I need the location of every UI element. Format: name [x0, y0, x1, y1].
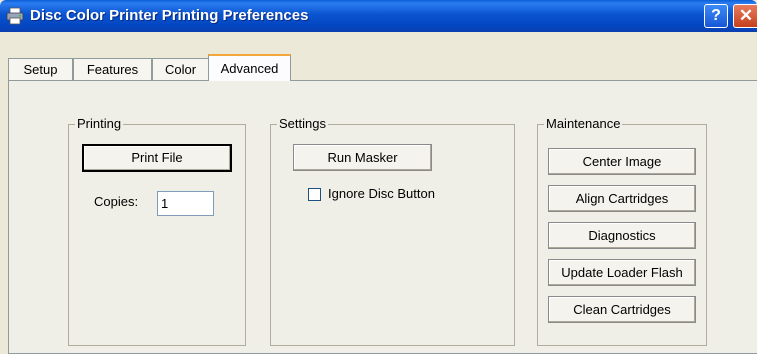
align-cartridges-button[interactable]: Align Cartridges — [548, 185, 696, 212]
settings-group-title: Settings — [277, 116, 328, 131]
advanced-tab-panel: Printing Print File Copies: Settings Run… — [8, 80, 757, 354]
ignore-disc-button-label: Ignore Disc Button — [328, 186, 435, 201]
printer-icon — [6, 7, 24, 25]
maintenance-group: Maintenance Center Image Align Cartridge… — [537, 116, 707, 346]
tab-setup[interactable]: Setup — [8, 58, 73, 80]
help-button[interactable]: ? — [704, 4, 728, 28]
close-button[interactable]: ✕ — [733, 4, 757, 28]
printing-group-title: Printing — [75, 116, 124, 131]
title-bar[interactable]: Disc Color Printer Printing Preferences … — [0, 0, 757, 32]
update-loader-flash-button[interactable]: Update Loader Flash — [548, 259, 696, 286]
tab-features[interactable]: Features — [73, 58, 152, 80]
ignore-disc-button-checkbox[interactable] — [308, 188, 321, 201]
copies-label: Copies: — [94, 194, 139, 209]
maintenance-group-title: Maintenance — [544, 116, 623, 131]
print-file-button[interactable]: Print File — [82, 144, 232, 172]
printing-group: Printing Print File Copies: — [68, 116, 246, 346]
tab-advanced[interactable]: Advanced — [208, 54, 291, 81]
center-image-button[interactable]: Center Image — [548, 148, 696, 175]
copies-input[interactable] — [157, 191, 214, 216]
settings-group: Settings Run Masker Ignore Disc Button — [270, 116, 515, 346]
diagnostics-button[interactable]: Diagnostics — [548, 222, 696, 249]
tab-color[interactable]: Color — [152, 58, 209, 80]
window-title: Disc Color Printer Printing Preferences — [30, 7, 309, 24]
clean-cartridges-button[interactable]: Clean Cartridges — [548, 296, 696, 323]
run-masker-button[interactable]: Run Masker — [293, 144, 432, 171]
